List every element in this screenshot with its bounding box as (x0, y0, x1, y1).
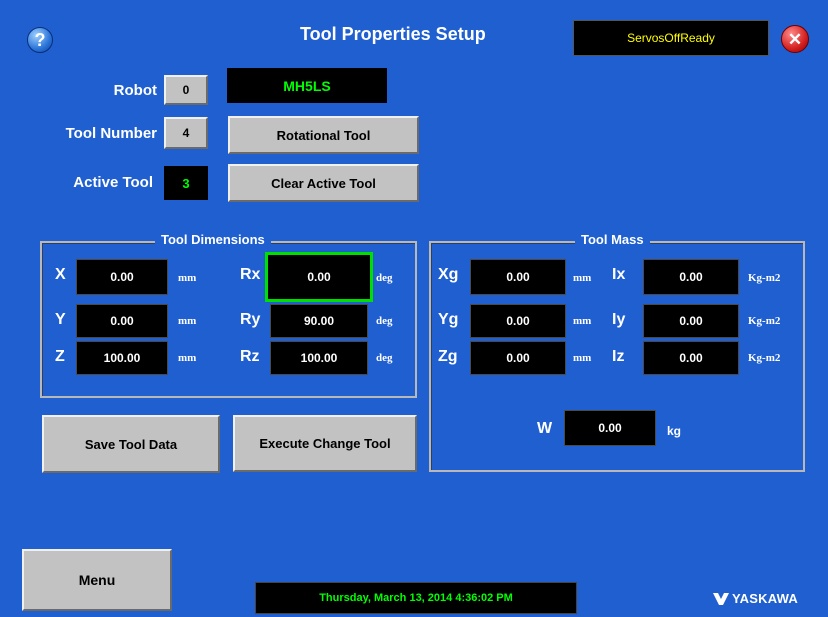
rz-unit: deg (376, 352, 393, 364)
zg-value-field[interactable]: 0.00 (470, 341, 566, 375)
axis-iz-label: Iz (612, 348, 625, 365)
y-value-field[interactable]: 0.00 (76, 304, 168, 338)
active-tool-display: 3 (164, 166, 208, 200)
axis-xg-label: Xg (438, 266, 459, 283)
xg-value-field[interactable]: 0.00 (470, 259, 566, 295)
status-text: ServosOffReady (627, 31, 715, 45)
tool-number-field[interactable]: 4 (164, 117, 208, 149)
ix-value-field[interactable]: 0.00 (643, 259, 739, 295)
robot-model-display: MH5LS (227, 68, 387, 103)
rx-value-field[interactable]: 0.00 (265, 252, 373, 302)
robot-model: MH5LS (283, 77, 331, 94)
tool-number-label: Tool Number (65, 125, 157, 142)
iz-value-field[interactable]: 0.00 (643, 341, 739, 375)
axis-zg-label: Zg (438, 348, 458, 365)
yaskawa-mark-icon (713, 592, 729, 605)
tool-dimensions-title: Tool Dimensions (155, 232, 271, 247)
axis-x-label: X (55, 266, 66, 283)
robot-label: Robot (113, 82, 157, 99)
axis-rz-label: Rz (240, 348, 260, 365)
axis-yg-label: Yg (438, 311, 459, 328)
rx-unit: deg (376, 272, 393, 284)
rz-value-field[interactable]: 100.00 (270, 341, 368, 375)
execute-change-tool-button[interactable]: Execute Change Tool (233, 415, 417, 472)
ry-value-field[interactable]: 90.00 (270, 304, 368, 338)
robot-index-field[interactable]: 0 (164, 75, 208, 105)
yaskawa-logo: YASKAWA (713, 591, 798, 606)
menu-button[interactable]: Menu (22, 549, 172, 611)
z-unit: mm (178, 352, 197, 364)
yg-unit: mm (573, 315, 592, 327)
axis-y-label: Y (55, 311, 66, 328)
brand-name: YASKAWA (732, 591, 798, 606)
yg-value-field[interactable]: 0.00 (470, 304, 566, 338)
datetime-text: Thursday, March 13, 2014 4:36:02 PM (319, 592, 513, 604)
weight-unit: kg (667, 424, 682, 438)
z-value-field[interactable]: 100.00 (76, 341, 168, 375)
y-unit: mm (178, 315, 197, 327)
x-value-field[interactable]: 0.00 (76, 259, 168, 295)
save-tool-data-button[interactable]: Save Tool Data (42, 415, 220, 473)
iz-unit: Kg-m2 (748, 352, 781, 364)
page-title: Tool Properties Setup (300, 24, 486, 44)
iy-unit: Kg-m2 (748, 315, 781, 327)
x-unit: mm (178, 272, 197, 284)
axis-z-label: Z (55, 348, 65, 365)
status-display: ServosOffReady (573, 20, 769, 56)
ry-unit: deg (376, 315, 393, 327)
axis-ry-label: Ry (240, 311, 261, 328)
weight-label: W (537, 420, 553, 437)
weight-value-field[interactable]: 0.00 (564, 410, 656, 446)
axis-ix-label: Ix (612, 266, 626, 283)
ix-unit: Kg-m2 (748, 272, 781, 284)
axis-rx-label: Rx (240, 266, 261, 283)
xg-unit: mm (573, 272, 592, 284)
active-tool-label: Active Tool (73, 174, 153, 191)
active-tool-value: 3 (182, 175, 190, 191)
close-glyph: ✕ (787, 29, 803, 49)
close-icon[interactable]: ✕ (781, 25, 809, 53)
datetime-display: Thursday, March 13, 2014 4:36:02 PM (255, 582, 577, 614)
tool-mass-title: Tool Mass (575, 232, 650, 247)
axis-iy-label: Iy (612, 311, 626, 328)
help-icon[interactable]: ? (27, 27, 53, 53)
help-glyph: ? (34, 29, 46, 50)
clear-active-tool-button[interactable]: Clear Active Tool (228, 164, 419, 202)
zg-unit: mm (573, 352, 592, 364)
iy-value-field[interactable]: 0.00 (643, 304, 739, 338)
rotational-tool-button[interactable]: Rotational Tool (228, 116, 419, 154)
